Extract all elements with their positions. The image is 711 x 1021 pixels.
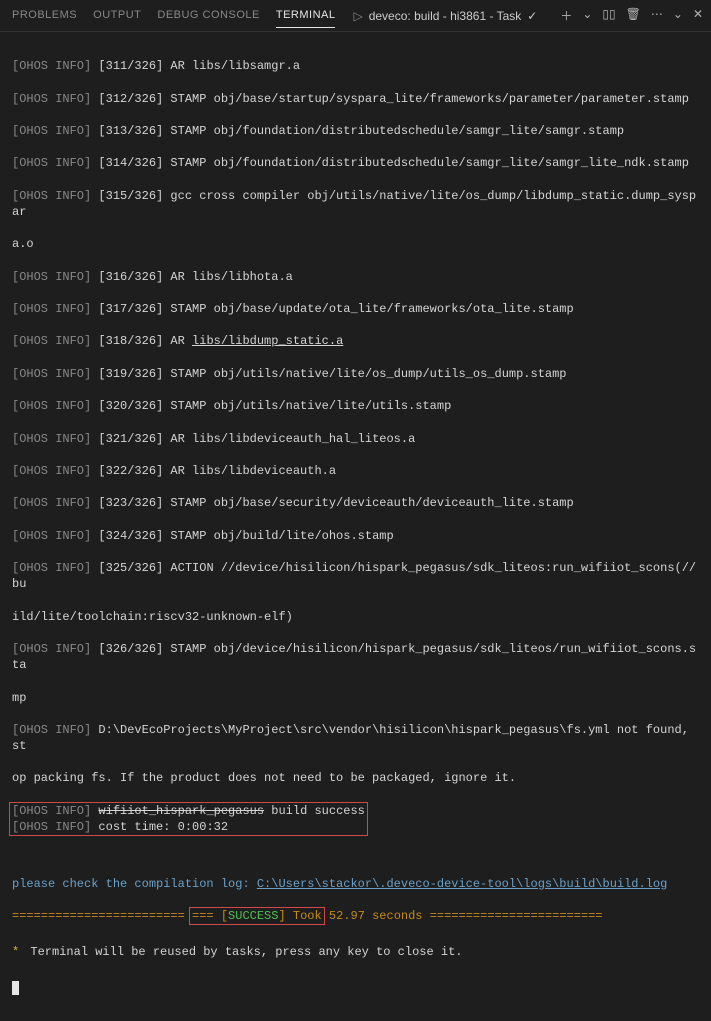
new-terminal-icon[interactable]: ＋ xyxy=(560,7,572,24)
cursor-icon xyxy=(12,981,19,995)
terminal-output[interactable]: [OHOS INFO] [311/326] AR libs/libsamgr.a… xyxy=(0,32,711,1021)
check-icon: ✓ xyxy=(527,9,537,23)
prompt-line xyxy=(12,981,699,995)
log-line: [OHOS INFO] [326/326] STAMP obj/device/h… xyxy=(12,641,699,673)
panel-tabs: PROBLEMS OUTPUT DEBUG CONSOLE TERMINAL xyxy=(12,3,335,28)
dropdown-icon[interactable]: ⌄ xyxy=(582,7,592,24)
log-line: [OHOS INFO] [319/326] STAMP obj/utils/na… xyxy=(12,366,699,382)
log-line: [OHOS INFO] [320/326] STAMP obj/utils/na… xyxy=(12,398,699,414)
result-line: ======================== === [SUCCESS] T… xyxy=(12,908,699,924)
tab-problems[interactable]: PROBLEMS xyxy=(12,3,77,28)
log-line: ild/lite/toolchain:riscv32-unknown-elf) xyxy=(12,609,699,625)
log-line: [OHOS INFO] [314/326] STAMP obj/foundati… xyxy=(12,155,699,171)
tab-output[interactable]: OUTPUT xyxy=(93,3,141,28)
kill-terminal-icon[interactable]: 🗑 xyxy=(626,7,641,24)
log-line: [OHOS INFO] [311/326] AR libs/libsamgr.a xyxy=(12,58,699,74)
star-icon: * xyxy=(12,944,19,960)
log-line: mp xyxy=(12,690,699,706)
spacer xyxy=(12,851,699,859)
maximize-icon[interactable]: ⌄ xyxy=(673,7,683,24)
log-line: op packing fs. If the product does not n… xyxy=(12,770,699,786)
terminal-toolbar: ＋ ⌄ ▯▯ 🗑 ⋯ ⌄ ✕ xyxy=(560,7,703,24)
log-line: [OHOS INFO] [316/326] AR libs/libhota.a xyxy=(12,269,699,285)
log-line: [OHOS INFO] [322/326] AR libs/libdevicea… xyxy=(12,463,699,479)
tab-debug-console[interactable]: DEBUG CONSOLE xyxy=(157,3,259,28)
panel-header: PROBLEMS OUTPUT DEBUG CONSOLE TERMINAL ▷… xyxy=(0,0,711,32)
reuse-line: * Terminal will be reused by tasks, pres… xyxy=(12,944,699,960)
highlight-region: [OHOS INFO] wifiiot_hispark_pegasus buil… xyxy=(12,803,699,835)
log-line: [OHOS INFO] [325/326] ACTION //device/hi… xyxy=(12,560,699,592)
run-icon: ▷ xyxy=(353,9,362,23)
tab-terminal[interactable]: TERMINAL xyxy=(276,3,336,28)
split-terminal-icon[interactable]: ▯▯ xyxy=(602,7,615,24)
log-line: please check the compilation log: C:\Use… xyxy=(12,876,699,892)
log-line: [OHOS INFO] [317/326] STAMP obj/base/upd… xyxy=(12,301,699,317)
log-line: [OHOS INFO] [313/326] STAMP obj/foundati… xyxy=(12,123,699,139)
log-line: [OHOS INFO] [315/326] gcc cross compiler… xyxy=(12,188,699,220)
log-line: [OHOS INFO] [318/326] AR libs/libdump_st… xyxy=(12,333,699,349)
task-label-group[interactable]: ▷ deveco: build - hi3861 - Task ✓ xyxy=(353,9,537,23)
more-actions-icon[interactable]: ⋯ xyxy=(651,7,663,24)
log-line: [OHOS INFO] D:\DevEcoProjects\MyProject\… xyxy=(12,722,699,754)
task-label: deveco: build - hi3861 - Task xyxy=(369,9,522,23)
log-line: a.o xyxy=(12,236,699,252)
log-line: [OHOS INFO] [312/326] STAMP obj/base/sta… xyxy=(12,91,699,107)
log-line: [OHOS INFO] [323/326] STAMP obj/base/sec… xyxy=(12,495,699,511)
close-panel-icon[interactable]: ✕ xyxy=(693,7,703,24)
log-line: [OHOS INFO] [321/326] AR libs/libdevicea… xyxy=(12,431,699,447)
